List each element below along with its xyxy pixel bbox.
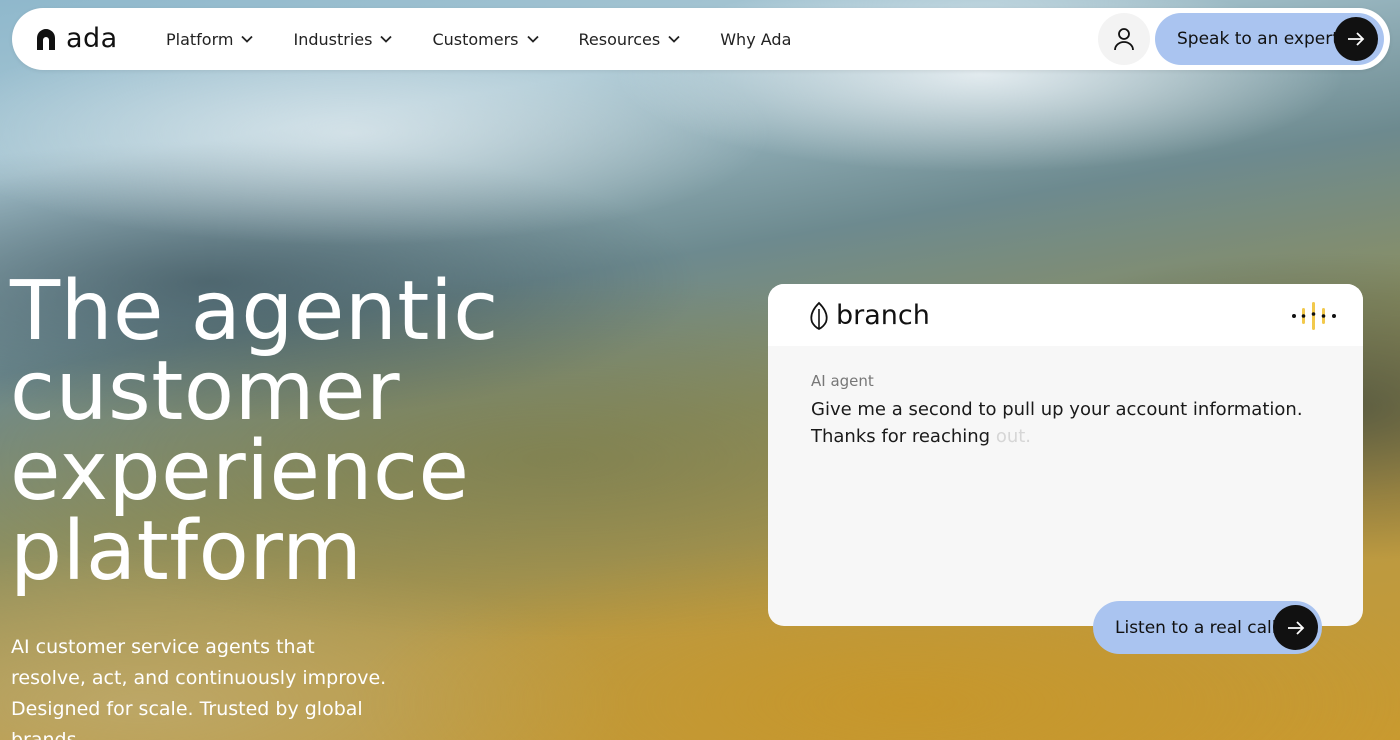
ada-logo[interactable]: ada bbox=[34, 23, 118, 54]
nav-item-resources[interactable]: Resources bbox=[579, 30, 681, 49]
chevron-down-icon bbox=[526, 35, 539, 43]
hero-headline-line: platform bbox=[10, 504, 363, 599]
message-visible-text: Give me a second to pull up your account… bbox=[811, 399, 1303, 447]
hero-headline-line: The agentic bbox=[10, 264, 499, 359]
brand-wordmark: branch bbox=[836, 300, 930, 331]
chevron-down-icon bbox=[668, 35, 680, 43]
nav-item-why-ada[interactable]: Why Ada bbox=[720, 30, 791, 49]
logo-wordmark: ada bbox=[66, 23, 118, 54]
hero-subtitle: AI customer service agents that resolve,… bbox=[11, 636, 387, 740]
arrow-right-icon bbox=[1334, 17, 1378, 61]
nav-item-label: Resources bbox=[578, 29, 661, 49]
nav-item-customers[interactable]: Customers bbox=[432, 29, 539, 49]
speak-to-expert-button[interactable]: Speak to an expert bbox=[1155, 13, 1384, 65]
message-faded-text: out. bbox=[995, 426, 1032, 447]
arrow-right-icon bbox=[1273, 605, 1318, 650]
top-navigation-bar: ada Platform Industries Customers Resour… bbox=[12, 8, 1390, 70]
ada-logo-icon bbox=[37, 28, 55, 50]
nav-item-label: Platform bbox=[166, 29, 234, 49]
voice-demo-card: branch AI agent Give me a second to pull… bbox=[768, 284, 1363, 626]
nav-item-platform[interactable]: Platform bbox=[166, 29, 254, 49]
voice-wave-icon bbox=[1292, 302, 1336, 330]
listen-label: Listen to a real call bbox=[1115, 617, 1277, 638]
chevron-down-icon bbox=[241, 35, 254, 43]
agent-message: Give me a second to pull up your account… bbox=[811, 396, 1311, 450]
nav-item-label: Why Ada bbox=[720, 29, 792, 49]
nav-item-label: Industries bbox=[293, 29, 373, 49]
leaf-icon bbox=[810, 301, 828, 330]
cta-label: Speak to an expert bbox=[1177, 29, 1339, 49]
hero-headline-line: experience bbox=[10, 424, 470, 519]
branch-logo: branch bbox=[808, 300, 930, 331]
user-icon bbox=[1114, 28, 1134, 51]
listen-real-call-button[interactable]: Listen to a real call bbox=[1093, 601, 1322, 654]
speaker-label: AI agent bbox=[811, 372, 874, 390]
chevron-down-icon bbox=[380, 35, 393, 43]
hero-headline: The agentic customer experience platform bbox=[10, 264, 570, 599]
nav-item-industries[interactable]: Industries bbox=[293, 29, 393, 49]
nav-menu: Platform Industries Customers Resources … bbox=[166, 8, 831, 70]
nav-item-label: Customers bbox=[432, 29, 519, 49]
demo-card-header: branch bbox=[768, 284, 1363, 346]
account-button[interactable] bbox=[1098, 13, 1150, 65]
hero-headline-line: customer bbox=[10, 344, 401, 439]
